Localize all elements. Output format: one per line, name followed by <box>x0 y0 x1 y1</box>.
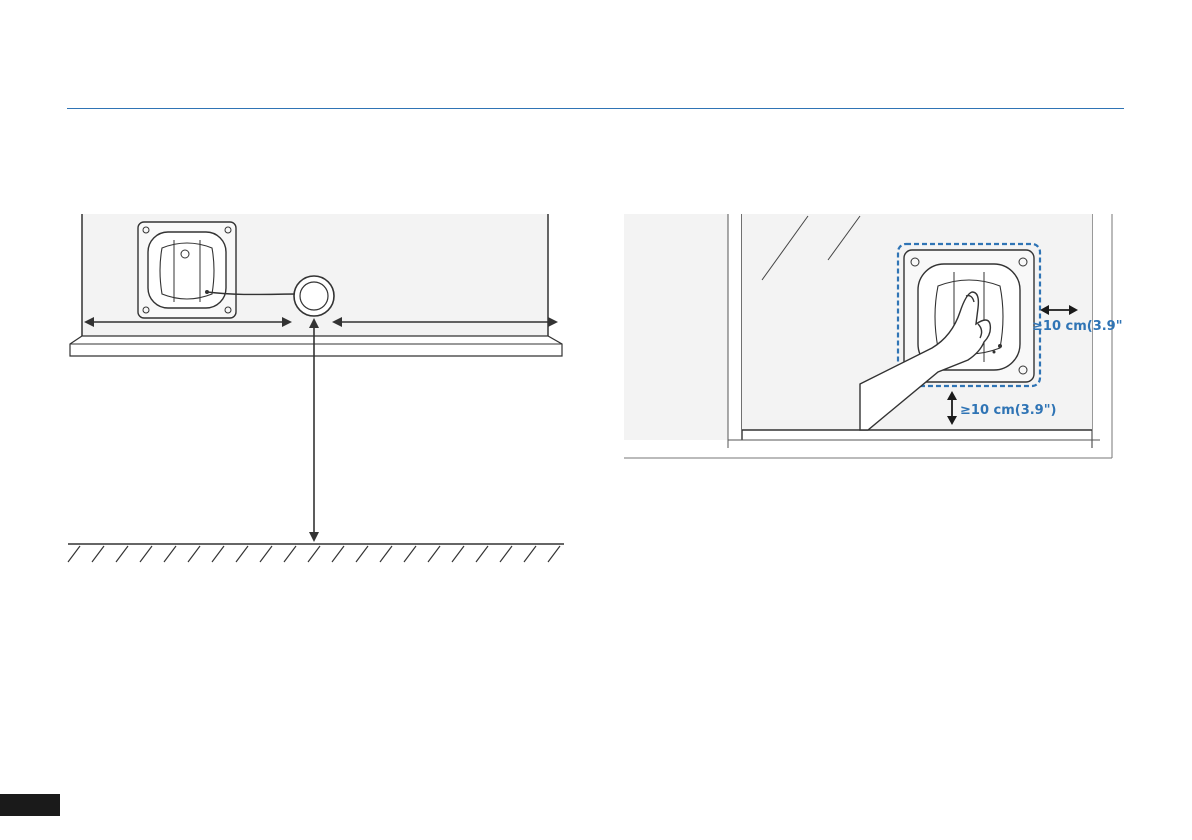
placement-diagram <box>66 212 570 572</box>
header-rule <box>67 108 1124 109</box>
page-tab <box>0 794 60 816</box>
clearance-diagram-svg: ≥10 cm(3.9") ≥10 cm(3.9") <box>624 214 1122 459</box>
floor-hatching <box>67 543 564 563</box>
power-adapter-icon <box>293 275 335 317</box>
side-clearance-label: ≥10 cm(3.9") <box>1032 319 1122 334</box>
wall-section <box>624 214 728 440</box>
bottom-clearance-label: ≥10 cm(3.9") <box>960 403 1056 418</box>
window-robot-icon <box>137 221 237 319</box>
placement-diagram-svg <box>67 214 564 563</box>
window-sill <box>69 335 563 357</box>
clearance-diagram: ≥10 cm(3.9") ≥10 cm(3.9") <box>622 212 1122 464</box>
